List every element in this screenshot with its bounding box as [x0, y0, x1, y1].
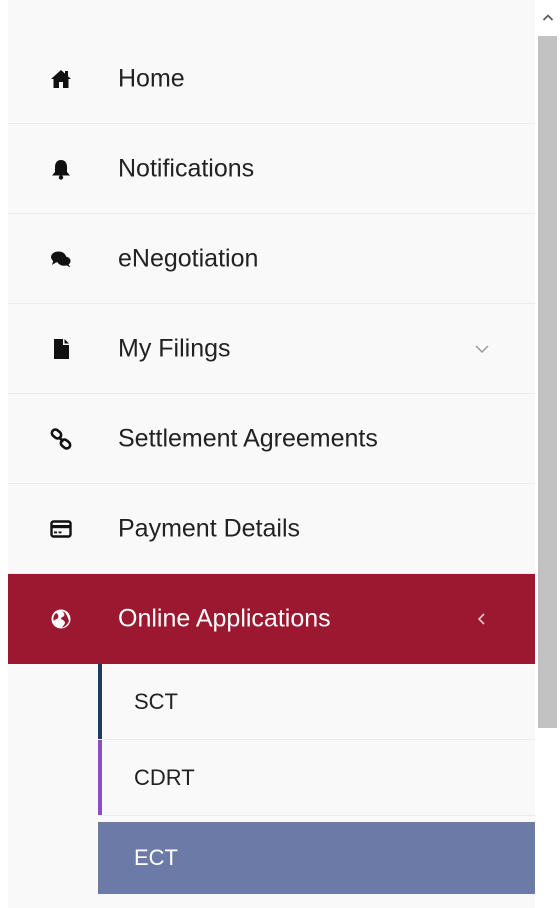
sidebar-item-label: eNegotiation — [118, 244, 259, 272]
link-icon — [50, 427, 72, 450]
comments-icon — [50, 248, 72, 270]
submenu-item-label: SCT — [134, 688, 178, 714]
chevron-down-icon[interactable] — [474, 341, 490, 357]
sidebar-item-home[interactable]: Home — [8, 34, 535, 124]
sidebar-item-label: Settlement Agreements — [118, 424, 378, 452]
credit-card-icon — [50, 518, 72, 540]
submenu-item-ect[interactable]: ECT — [98, 822, 535, 894]
submenu-accent-bar — [98, 664, 102, 739]
submenu-item-label: ECT — [134, 845, 178, 870]
submenu-item-label: CDRT — [134, 764, 195, 790]
submenu-accent-bar — [98, 740, 102, 815]
chevron-left-icon[interactable] — [474, 611, 490, 627]
submenu-item-sct[interactable]: SCT — [98, 664, 535, 740]
sidebar-item-settlement-agreements[interactable]: Settlement Agreements — [8, 394, 535, 484]
sidebar-item-label: My Filings — [118, 334, 231, 362]
submenu-item-cdrt[interactable]: CDRT — [98, 740, 535, 816]
sidebar-item-payment-details[interactable]: Payment Details — [8, 484, 535, 574]
scroll-up-arrow-icon[interactable] — [535, 0, 560, 36]
globe-icon — [50, 608, 72, 630]
sidebar-item-label: Notifications — [118, 154, 255, 182]
home-icon — [50, 68, 72, 90]
scrollbar-thumb[interactable] — [538, 36, 557, 728]
sidebar-item-online-applications[interactable]: Online Applications — [8, 574, 535, 664]
sidebar-item-label: Payment Details — [118, 514, 301, 542]
file-icon — [50, 338, 72, 360]
sidebar-item-my-filings[interactable]: My Filings — [8, 304, 535, 394]
sidebar-item-enegotiation[interactable]: eNegotiation — [8, 214, 535, 304]
sidebar-menu: Home Notifications eNegotiation My Filin… — [8, 0, 535, 908]
sidebar-item-label: Online Applications — [118, 604, 331, 633]
bell-icon — [50, 158, 72, 180]
vertical-scrollbar[interactable] — [535, 0, 560, 908]
sidebar-item-notifications[interactable]: Notifications — [8, 124, 535, 214]
sidebar-item-label: Home — [118, 64, 185, 92]
